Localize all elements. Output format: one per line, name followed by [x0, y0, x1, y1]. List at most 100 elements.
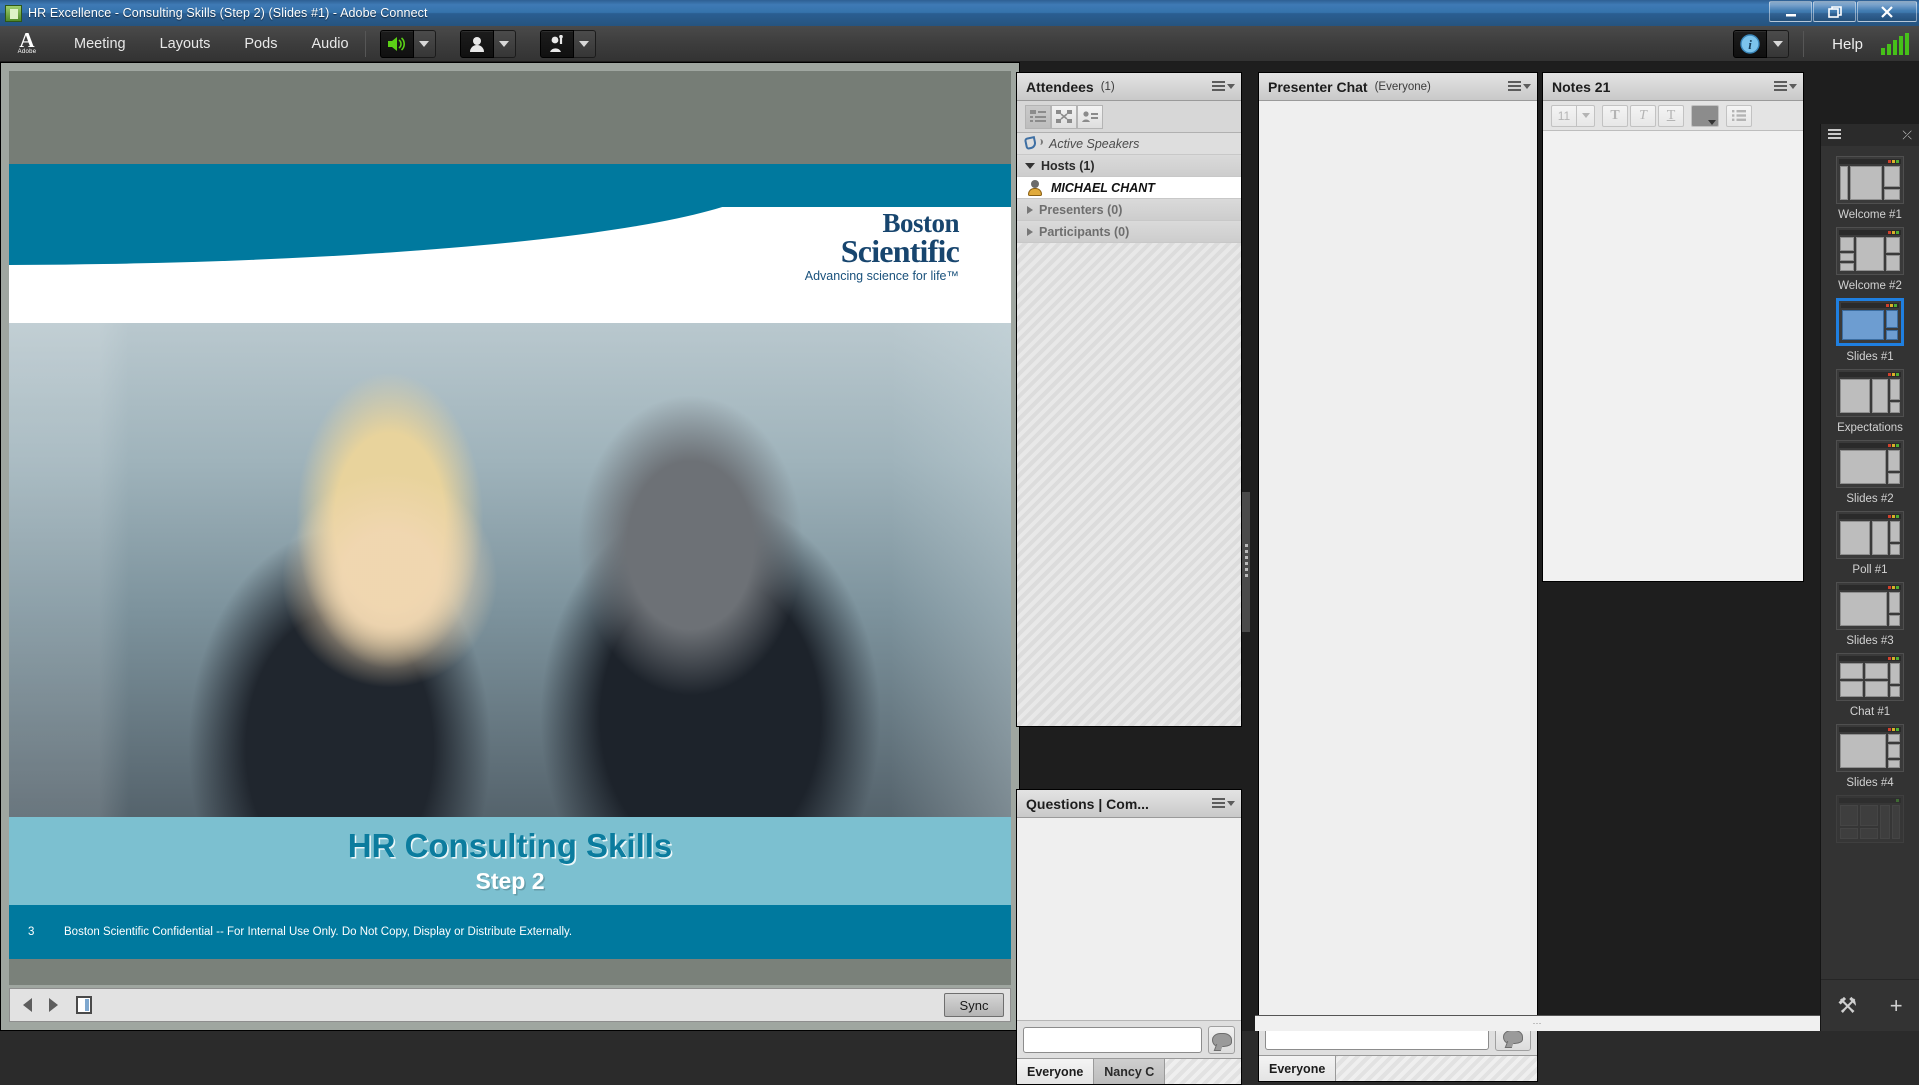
previous-slide-icon[interactable]	[16, 994, 38, 1016]
menu-layouts[interactable]: Layouts	[158, 32, 213, 56]
layout-item-welcome-2[interactable]: Welcome #2	[1821, 223, 1919, 294]
info-icon[interactable]: i	[1733, 30, 1767, 58]
attendees-group-participants[interactable]: Participants (0)	[1017, 221, 1241, 243]
layout-item-partial[interactable]	[1821, 791, 1919, 845]
layout-item-slides-2[interactable]: Slides #2	[1821, 436, 1919, 507]
questions-pod-title: Questions | Com...	[1026, 796, 1149, 812]
notes-format-toolbar: 11 T T T	[1543, 101, 1803, 131]
notes-pod-options-icon[interactable]	[1774, 81, 1797, 93]
menu-audio[interactable]: Audio	[309, 32, 350, 56]
questions-tab-nancy-c[interactable]: Nancy C	[1094, 1059, 1165, 1084]
layouts-menu-icon[interactable]	[1828, 129, 1841, 141]
questions-send-chat-bubble-icon[interactable]	[1208, 1026, 1235, 1054]
questions-pod-options-icon[interactable]	[1212, 798, 1235, 810]
add-layout-icon[interactable]: +	[1890, 993, 1903, 1019]
chevron-right-icon-participants	[1027, 228, 1033, 236]
notes-text-area[interactable]	[1543, 131, 1803, 581]
layouts-sidebar-header: ⤫	[1821, 124, 1919, 146]
minimize-button[interactable]	[1769, 1, 1812, 22]
menubar-right-tools: i Help	[1733, 26, 1919, 62]
pod-splitter-vertical[interactable]	[1242, 492, 1250, 632]
layouts-list: Welcome #1 Welcome #2	[1821, 146, 1919, 971]
logo-line-2: Scientific	[805, 236, 959, 266]
notes-underline-icon[interactable]: T	[1658, 105, 1684, 127]
layout-label: Slides #4	[1821, 777, 1919, 789]
help-menu[interactable]: Help	[1832, 36, 1863, 53]
notes-pod-header: Notes 21	[1543, 73, 1803, 101]
attendees-pod: Attendees (1) Active Speakers	[1016, 72, 1242, 727]
presenter-chat-tab-everyone[interactable]: Everyone	[1259, 1056, 1336, 1081]
info-dropdown-arrow[interactable]	[1767, 30, 1789, 58]
questions-message-area[interactable]	[1017, 818, 1241, 1020]
notes-italic-icon[interactable]: T	[1630, 105, 1656, 127]
notes-bold-icon[interactable]: T	[1602, 105, 1628, 127]
close-button[interactable]	[1857, 1, 1917, 22]
share-pod: Boston Scientific Advancing science for …	[0, 62, 1020, 1031]
workspace-bottom-resizer[interactable]: ⋯	[1255, 1015, 1820, 1031]
collapse-icon[interactable]: ⤫	[1902, 128, 1912, 143]
notes-pod: Notes 21 11 T T T	[1542, 72, 1804, 582]
attendees-pod-options-icon[interactable]	[1212, 81, 1235, 93]
questions-tab-row: Everyone Nancy C	[1017, 1058, 1241, 1084]
layout-label: Slides #2	[1821, 493, 1919, 505]
layout-item-chat-1[interactable]: Chat #1	[1821, 649, 1919, 720]
logo-tagline: Advancing science for life™	[805, 269, 959, 283]
layout-item-expectations[interactable]: Expectations	[1821, 365, 1919, 436]
layout-item-slides-3[interactable]: Slides #3	[1821, 578, 1919, 649]
slide-teal-band	[9, 164, 1011, 207]
layout-label: Welcome #2	[1821, 280, 1919, 292]
layout-tools-icon[interactable]: ⚒	[1837, 993, 1857, 1019]
raise-hand-dropdown-arrow[interactable]	[574, 30, 596, 58]
connection-bars-icon[interactable]	[1881, 33, 1909, 55]
layout-item-welcome-1[interactable]: Welcome #1	[1821, 152, 1919, 223]
layout-label: Chat #1	[1821, 706, 1919, 718]
active-speakers-icon	[1025, 136, 1043, 152]
sync-button[interactable]: Sync	[944, 993, 1004, 1017]
speaker-dropdown-arrow[interactable]	[414, 30, 436, 58]
notes-font-size-chevron-down-icon[interactable]	[1577, 105, 1595, 127]
attendees-group-hosts[interactable]: Hosts (1)	[1017, 155, 1241, 177]
layout-thumbnail	[1836, 440, 1904, 488]
attendees-pod-header: Attendees (1)	[1017, 73, 1241, 101]
detail-view-icon[interactable]	[1077, 105, 1103, 129]
adobe-logo-icon: A Adobe	[10, 28, 44, 60]
participants-group-label: Participants (0)	[1039, 225, 1129, 239]
window-titlebar: HR Excellence - Consulting Skills (Step …	[0, 0, 1919, 26]
layout-thumbnail	[1836, 511, 1904, 559]
webcam-dropdown-arrow[interactable]	[494, 30, 516, 58]
menu-pods[interactable]: Pods	[242, 32, 279, 56]
restore-button[interactable]	[1813, 1, 1856, 22]
slide-top-margin	[9, 71, 1011, 164]
layouts-sidebar-footer: ⚒ +	[1821, 979, 1919, 1031]
slide-panel-icon[interactable]	[76, 996, 92, 1014]
questions-input-row	[1017, 1020, 1241, 1058]
menu-meeting[interactable]: Meeting	[72, 32, 128, 56]
slide-title-band: HR Consulting Skills Step 2	[9, 817, 1011, 905]
layout-item-slides-1[interactable]: Slides #1	[1821, 294, 1919, 365]
layout-thumbnail	[1836, 227, 1904, 275]
webcam-icon[interactable]	[460, 30, 494, 58]
layout-item-slides-4[interactable]: Slides #4	[1821, 720, 1919, 791]
attendees-group-presenters[interactable]: Presenters (0)	[1017, 199, 1241, 221]
boston-scientific-logo: Boston Scientific Advancing science for …	[805, 211, 959, 283]
layout-label: Welcome #1	[1821, 209, 1919, 221]
notes-bullet-list-icon[interactable]	[1726, 105, 1752, 127]
presenter-chat-message-area[interactable]	[1259, 101, 1537, 1017]
list-view-icon[interactable]	[1025, 105, 1051, 129]
presenter-chat-pod-options-icon[interactable]	[1508, 81, 1531, 93]
layout-item-poll-1[interactable]: Poll #1	[1821, 507, 1919, 578]
questions-input[interactable]	[1023, 1027, 1202, 1053]
resize-grip-icon: ⋯	[1533, 1018, 1543, 1029]
slide-stage[interactable]: Boston Scientific Advancing science for …	[9, 71, 1011, 985]
presenter-chat-scope: (Everyone)	[1375, 81, 1431, 93]
attendee-row-michael-chant[interactable]: MICHAEL CHANT	[1017, 177, 1241, 199]
notes-font-size-field[interactable]: 11	[1551, 105, 1577, 127]
notes-text-color-icon[interactable]	[1691, 105, 1719, 127]
raise-hand-icon[interactable]	[540, 30, 574, 58]
attendee-name: MICHAEL CHANT	[1051, 181, 1155, 195]
next-slide-icon[interactable]	[42, 994, 64, 1016]
questions-tab-everyone[interactable]: Everyone	[1017, 1059, 1094, 1084]
grid-view-icon[interactable]	[1051, 105, 1077, 129]
presenter-chat-pod: Presenter Chat (Everyone) Everyone	[1258, 72, 1538, 1082]
speaker-icon[interactable]	[380, 30, 414, 58]
